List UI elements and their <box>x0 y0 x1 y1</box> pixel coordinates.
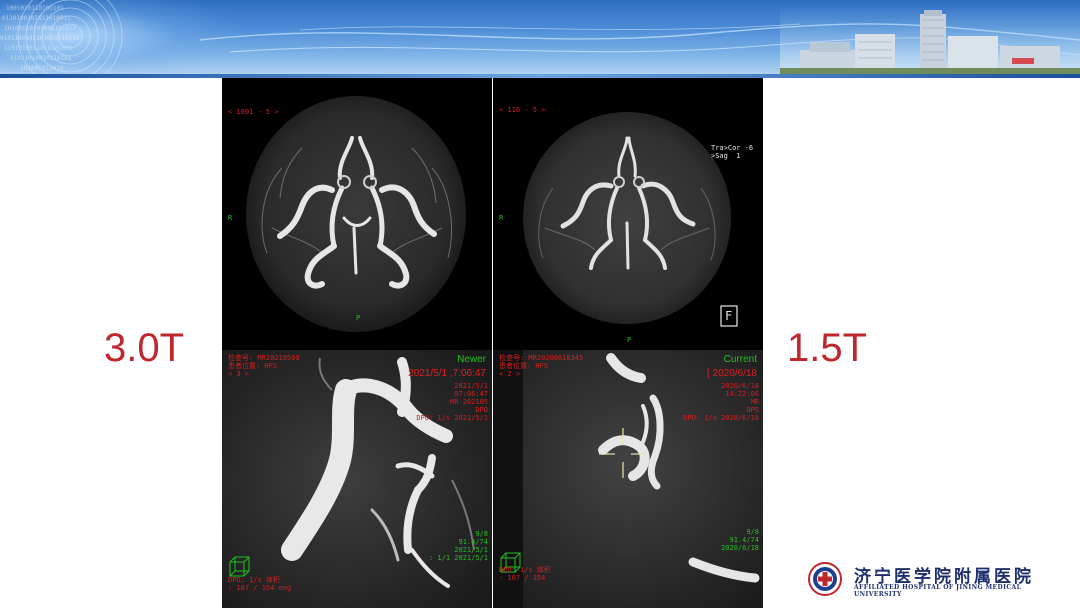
acquisition-details: 2020/6/18 14:22:06 MR DPO DPO: 1/s 2020/… <box>683 382 759 422</box>
window-level-info: 9/8 91.4/74 2021/5/1 : 1/1 2021/5/1 <box>428 530 488 562</box>
window-level-info: 9/8 91.4/74 2020/6/18 <box>721 528 759 552</box>
hospital-name-english: AFFILIATED HOSPITAL OF JINING MEDICAL UN… <box>854 584 1022 598</box>
mra-vessel-3t-panel: 检查号: MR20210509 患者位置: HFS < 3 > Newer 20… <box>222 350 492 608</box>
orientation-bottom-label: P <box>627 336 632 344</box>
mra-axial-3t-image <box>246 96 466 332</box>
image-index-label: < 116 - 5 > <box>499 106 546 114</box>
comparison-status-label: Current <box>723 354 757 365</box>
image-index-label: < 1001 - 5 > <box>228 108 279 116</box>
mra-axial-3t-panel: < 1001 - 5 > R P <box>222 78 492 350</box>
acquisition-datetime-label: 2021/5/1 ,7:06:47 <box>408 368 486 379</box>
hospital-logo: 济宁医学院附属医院 AFFILIATED HOSPITAL OF JINING … <box>808 560 1058 598</box>
mra-axial-15t-image <box>523 112 738 327</box>
series-header-info: 检查号: MR20210509 患者位置: HFS < 3 > <box>228 354 300 378</box>
label-1-5t: 1.5T <box>787 326 868 370</box>
acquisition-datetime-label: [ 2020/6/18 <box>706 368 757 379</box>
acquisition-details: 2021/5/1 07:06:47 MR 202105 DPO DPO: 1/s… <box>416 382 488 422</box>
reconstruction-info: DPO: 1/s 体积 : 107 / 154 eng <box>228 576 292 592</box>
orientation-left-label: R <box>499 214 504 222</box>
header-banner: 1001010110100101 0110100101011010011 101… <box>0 0 1080 78</box>
hospital-building-photo <box>780 6 1080 78</box>
hospital-emblem-icon <box>808 562 842 596</box>
orientation-left-label: R <box>228 214 233 222</box>
mra-vessel-15t-panel: 检查号: MR20200618345 患者位置: HFS < 2 > Curre… <box>493 350 763 608</box>
orientation-bottom-label: P <box>356 314 361 322</box>
series-header-info: 检查号: MR20200618345 患者位置: HFS < 2 > <box>499 354 584 378</box>
comparison-status-label: Newer <box>457 354 486 365</box>
view-info-label: Tra>Cor -6 >Sag 1 <box>711 144 754 160</box>
orientation-marker-f: F <box>725 309 733 323</box>
reconstruction-info: DPO: 1/s 体积 : 107 / 154 <box>499 566 551 582</box>
mra-axial-15t-panel: < 116 - 5 > Tra>Cor -6 >Sag 1 R P F <box>493 78 763 350</box>
label-3t: 3.0T <box>104 326 185 370</box>
